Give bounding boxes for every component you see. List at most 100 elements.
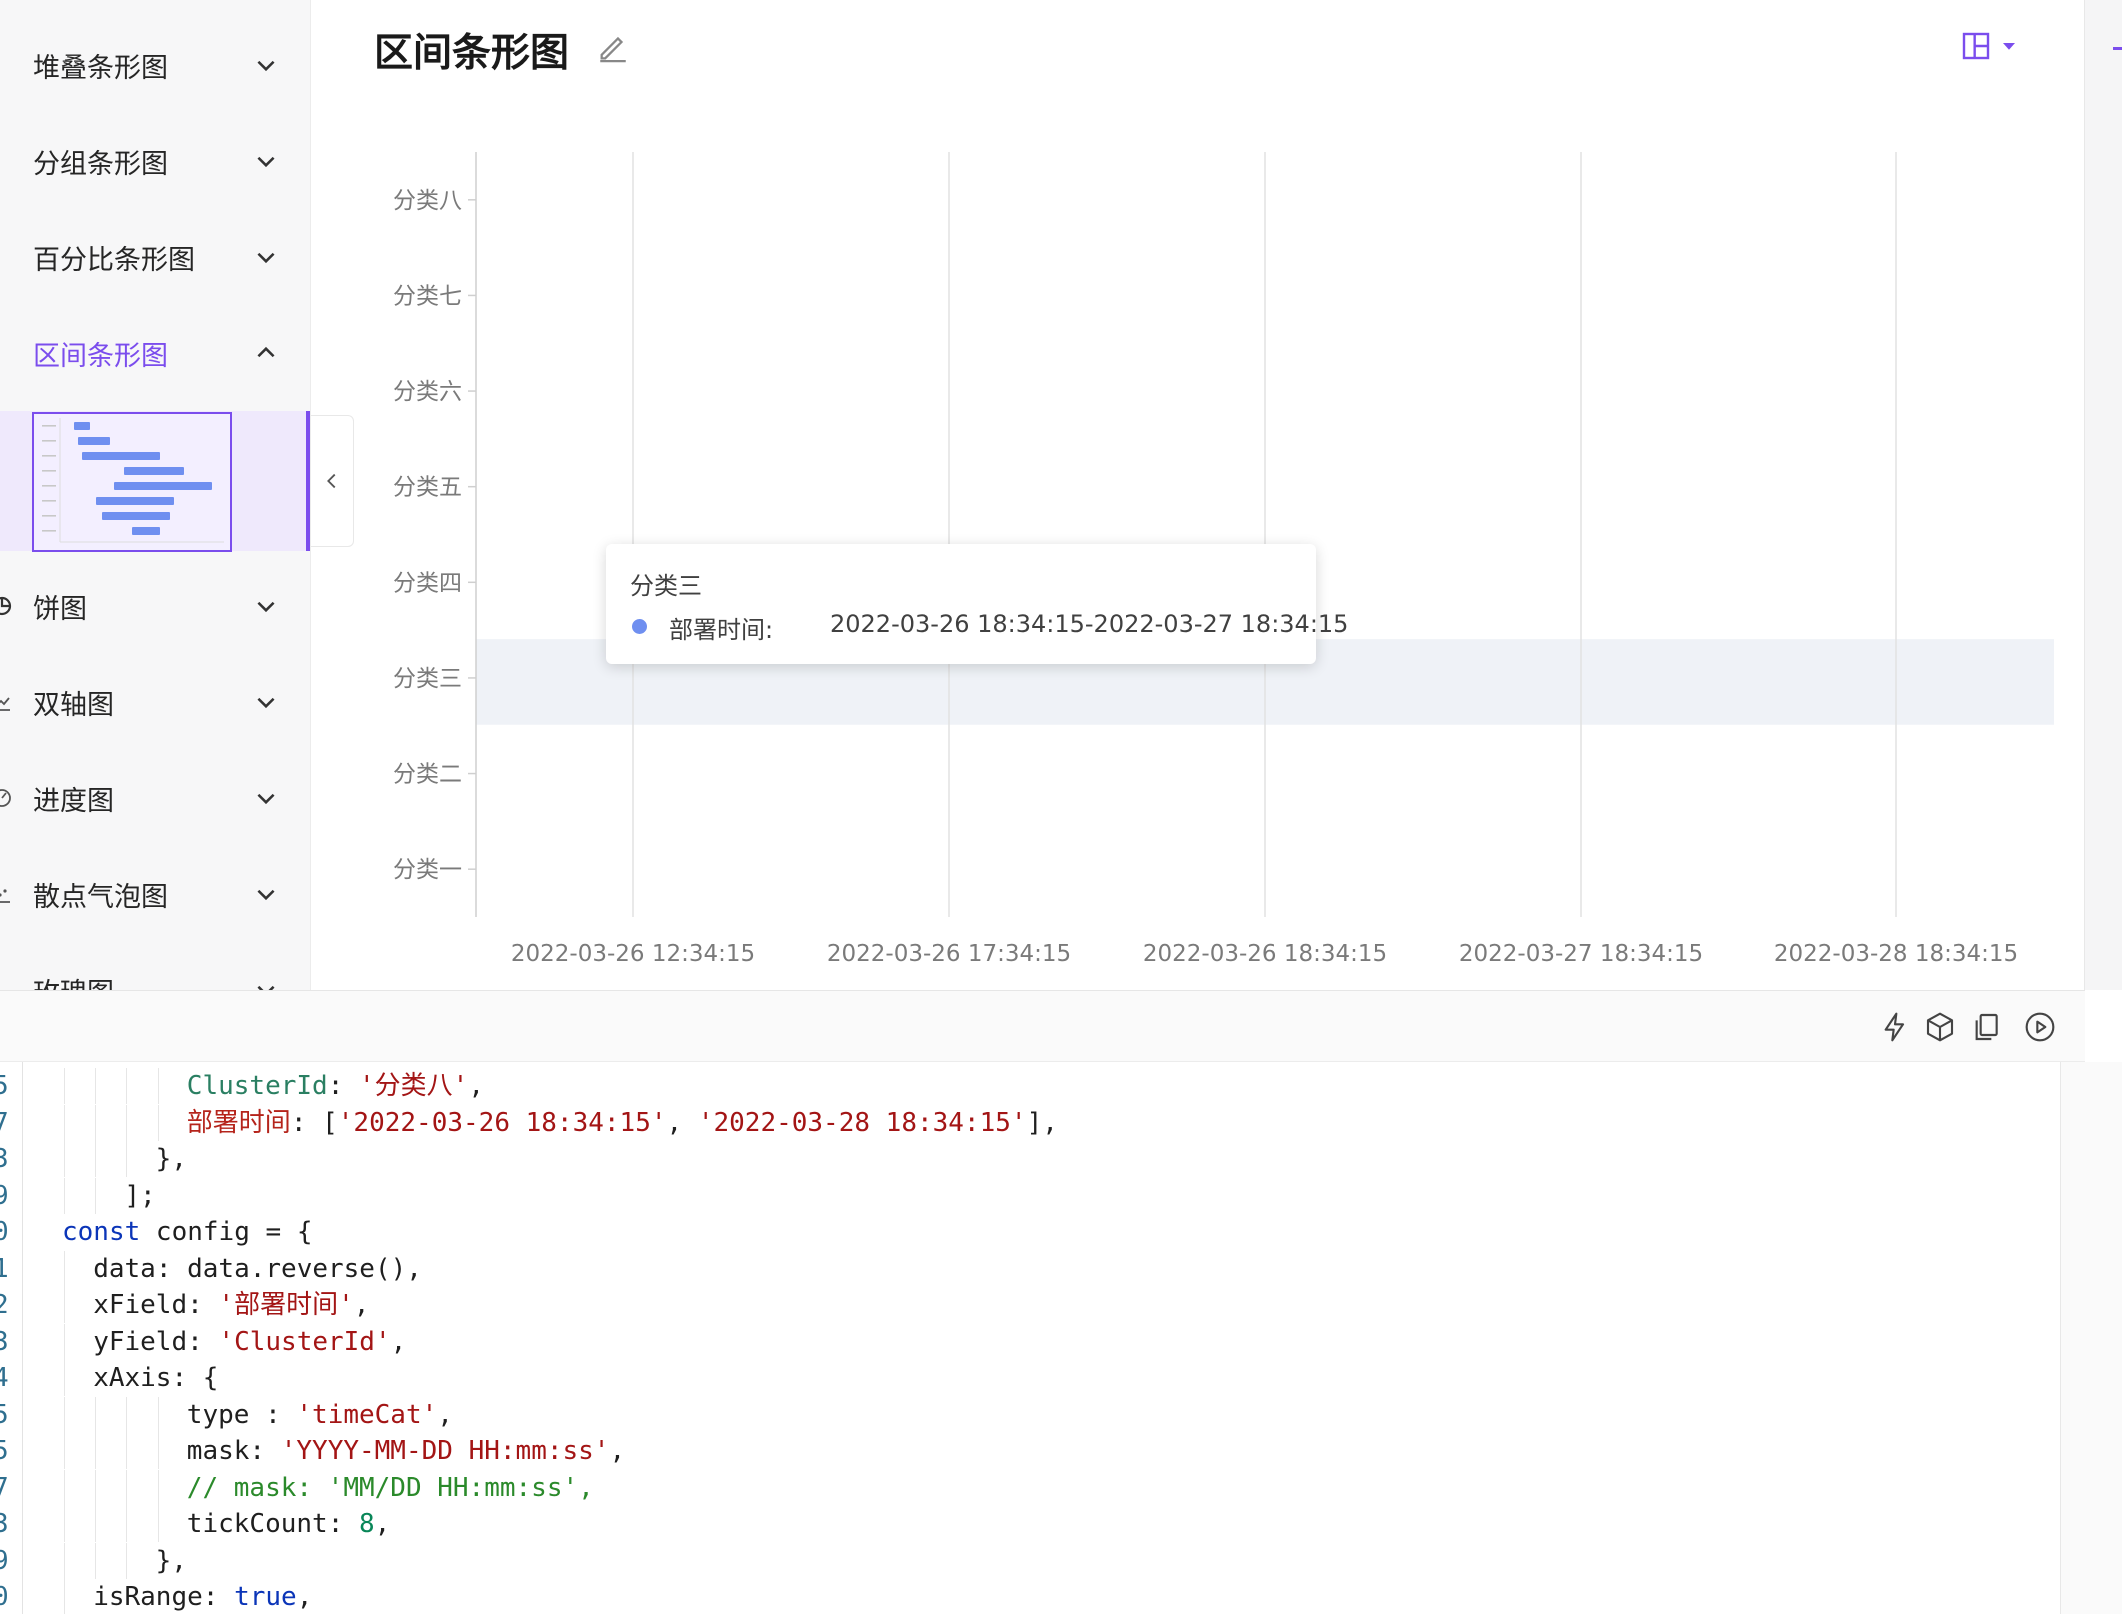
code-line[interactable]: 5 mask: 'YYYY-MM-DD HH:mm:ss', (0, 1433, 2060, 1469)
x-tick-label: 2022-03-28 18:34:15 (1774, 941, 2018, 967)
code-token: }, (155, 1144, 187, 1174)
code-token: true (234, 1582, 297, 1612)
code-token: }, (155, 1545, 187, 1576)
indent-guide (157, 1104, 159, 1141)
editor-right-panel (2060, 1062, 2122, 1614)
range-bar-thumbnail[interactable] (32, 412, 232, 552)
sidebar-item-percent-bar[interactable]: 百分比条形图 (0, 209, 310, 305)
code-line[interactable]: 3 yField: 'ClusterId', (0, 1323, 2060, 1360)
code-line[interactable]: 5 ClusterId: '分类八', (0, 1068, 2060, 1104)
code-text: }, (156, 1543, 187, 1579)
sidebar-item-dual-axis[interactable]: 双轴图 (0, 654, 310, 750)
copy-icon[interactable] (1970, 1011, 2002, 1043)
indent-guide (95, 1141, 97, 1177)
chevron-down-icon (257, 985, 275, 990)
cube-icon[interactable] (1924, 1011, 1956, 1043)
code-line[interactable]: 0 isRange: true, (0, 1579, 2060, 1614)
y-tick-label: 分类五 (393, 475, 462, 501)
code-line[interactable]: 0 const config = { (0, 1214, 2060, 1250)
indent-guide (157, 1396, 159, 1433)
rail-indicator (2113, 47, 2122, 50)
code-editor[interactable]: 5 ClusterId: '分类八', 7 部署时间: ['2022-03-26 18… (0, 1062, 2060, 1614)
sidebar-item-rose[interactable]: 玫瑰图 (0, 942, 310, 991)
sidebar-item-label: 玫瑰图 (33, 971, 114, 991)
lightning-icon[interactable] (1879, 1011, 1911, 1043)
code-line[interactable]: 9]; (0, 1177, 2060, 1214)
sidebar-item-label: 堆叠条形图 (33, 52, 168, 84)
indent-guide (126, 1104, 128, 1141)
code-token: : data.reverse(), (155, 1253, 422, 1284)
code-line[interactable]: 4 xAxis: { (0, 1360, 2060, 1396)
indent-guide (95, 1433, 97, 1469)
x-tick-label: 2022-03-26 17:34:15 (827, 941, 1071, 967)
y-tick-label: 分类八 (393, 188, 462, 214)
code-token: '部署时间' (218, 1290, 354, 1320)
y-tick-label: 分类一 (393, 857, 462, 883)
indent-guide (95, 1396, 97, 1433)
tooltip-field-name: 部署时间: (669, 616, 774, 644)
sidebar-item-stacked-bar[interactable]: 堆叠条形图 (0, 17, 310, 113)
code-token: '2022-03-26 18:34:15' (337, 1107, 667, 1138)
right-rail (2084, 0, 2122, 990)
line-number: 2 (0, 1290, 9, 1320)
code-token: : (187, 1326, 219, 1357)
indent-guide (95, 1177, 97, 1214)
code-token: 8 (359, 1509, 375, 1539)
indent-guide (64, 1287, 65, 1323)
line-number: 7 (0, 1107, 9, 1138)
y-tick-label: 分类七 (393, 283, 462, 309)
scatter-icon (0, 889, 10, 903)
edit-title-icon[interactable] (596, 30, 630, 64)
code-line[interactable]: 2 xField: '部署时间', (0, 1287, 2060, 1323)
code-token: 'timeCat' (296, 1399, 438, 1430)
line-number: 7 (0, 1472, 9, 1503)
sidebar-item-label: 饼图 (33, 593, 87, 625)
code-token: : (187, 1290, 219, 1320)
code-line[interactable]: 9}, (0, 1542, 2060, 1579)
layout-icon (1962, 32, 1990, 60)
layout-switch-button[interactable] (1960, 26, 2030, 66)
chevron-down-icon (257, 793, 275, 805)
code-token: xField (93, 1290, 188, 1320)
code-token: xAxis (93, 1363, 172, 1393)
indent-guide (126, 1433, 128, 1469)
code-line[interactable]: 7 部署时间: ['2022-03-26 18:34:15', '2022-03-… (0, 1104, 2060, 1141)
indent-guide (64, 1104, 65, 1141)
code-text: ]; (124, 1178, 155, 1214)
sidebar-item-progress[interactable]: 进度图 (0, 750, 310, 846)
line-number: 4 (0, 1363, 9, 1393)
y-tick-label: 分类四 (393, 570, 462, 596)
pie-icon (0, 596, 12, 616)
code-token: , (296, 1582, 313, 1612)
code-token: type (186, 1399, 250, 1430)
sidebar-item-pie[interactable]: 饼图 (0, 558, 310, 654)
code-token: , (353, 1290, 370, 1320)
code-token: data (93, 1253, 156, 1284)
indent-guide (64, 1579, 65, 1614)
code-text: xAxis: { (93, 1360, 218, 1396)
line-number: 5 (0, 1071, 9, 1101)
indent-guide (64, 1177, 65, 1214)
thumbnail-mini-chart (34, 414, 230, 550)
play-icon[interactable] (2024, 1011, 2056, 1043)
indent-guide (64, 1506, 65, 1542)
sidebar-item-scatter-bubble[interactable]: 散点气泡图 (0, 846, 310, 942)
code-line[interactable]: 5 type : 'timeCat', (0, 1396, 2060, 1433)
code-line[interactable]: 1 data: data.reverse(), (0, 1250, 2060, 1287)
code-text: isRange: true, (93, 1579, 312, 1614)
code-line[interactable]: 3 tickCount: 8, (0, 1506, 2060, 1542)
indent-guide (157, 1433, 159, 1469)
sidebar-item-range-bar[interactable]: 区间条形图 (0, 305, 310, 401)
tooltip-field-value: 2022-03-26 18:34:15-2022-03-27 18:34:15 (830, 610, 1349, 638)
x-tick-label: 2022-03-27 18:34:15 (1459, 941, 1703, 967)
code-line[interactable]: 3}, (0, 1141, 2060, 1177)
code-token: config = { (140, 1217, 313, 1247)
code-text: // mask: 'MM/DD HH:mm:ss', (187, 1470, 594, 1506)
code-text: data: data.reverse(), (93, 1251, 422, 1287)
tooltip-title: 分类三 (630, 572, 702, 600)
code-token: , (468, 1071, 484, 1101)
code-line[interactable]: 7 // mask: 'MM/DD HH:mm:ss', (0, 1469, 2060, 1506)
sidebar-item-grouped-bar[interactable]: 分组条形图 (0, 113, 310, 209)
code-token: , (609, 1436, 626, 1466)
indent-guide (64, 1323, 65, 1360)
